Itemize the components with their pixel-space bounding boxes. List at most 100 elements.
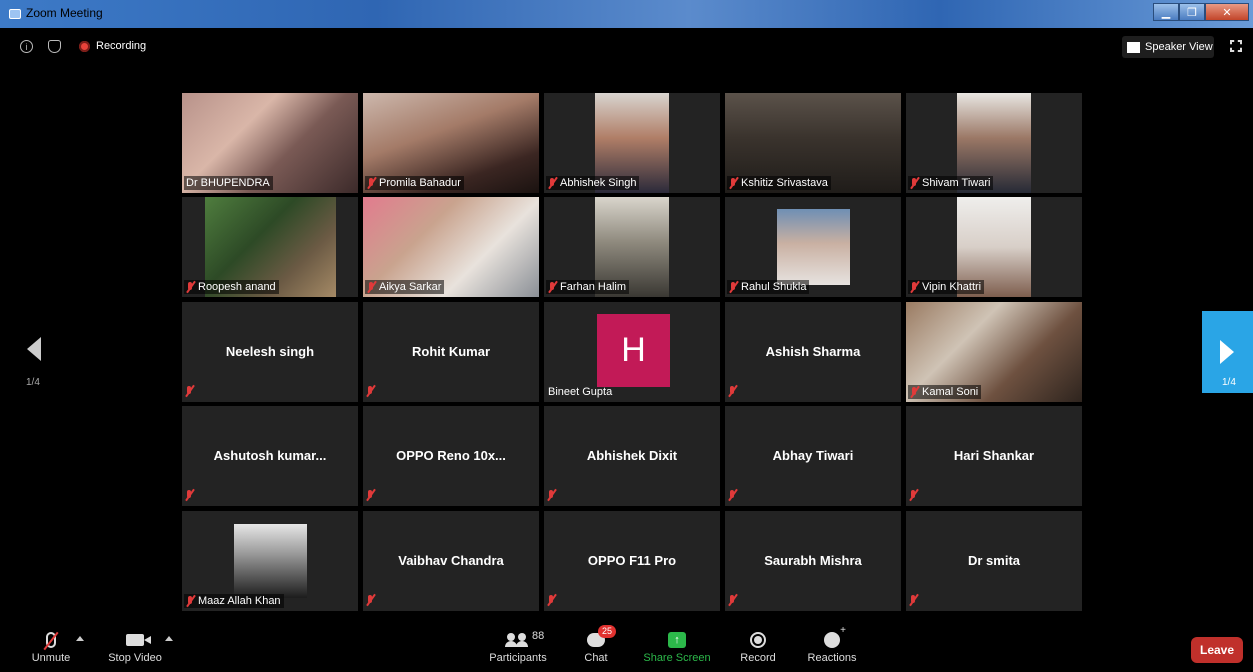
participant-name-label: Bineet Gupta (548, 386, 613, 398)
mic-muted-icon (547, 594, 556, 606)
participant-tile[interactable]: Dr smita (906, 511, 1082, 611)
mic-muted-icon (185, 489, 194, 501)
participant-name-label: Promila Bahadur (365, 176, 464, 190)
participant-tile[interactable]: Kamal Soni (906, 302, 1082, 402)
gallery-grid: Dr BHUPENDRA Promila Bahadur Abhishek Si… (182, 93, 1085, 611)
chat-unread-badge: 25 (598, 625, 617, 638)
participant-name: Abhishek Dixit (586, 448, 678, 463)
participant-tile[interactable]: Rohit Kumar (363, 302, 539, 402)
participant-tile[interactable]: Abhay Tiwari (725, 406, 901, 506)
mic-muted-icon (910, 281, 919, 293)
audio-options-caret-icon[interactable] (76, 636, 84, 641)
mic-muted-icon (728, 489, 737, 501)
record-button[interactable]: Record (738, 628, 778, 664)
window-controls: ▁ ❐ ✕ (1153, 3, 1249, 23)
participant-tile[interactable]: Aikya Sarkar (363, 197, 539, 297)
participant-tile[interactable]: OPPO Reno 10x... (363, 406, 539, 506)
participant-tile[interactable]: Abhishek Singh (544, 93, 720, 193)
participant-name: Vaibhav Chandra (398, 553, 504, 568)
zoom-app-icon (9, 9, 21, 19)
microphone-muted-icon (46, 632, 56, 648)
participant-avatar: H (597, 314, 670, 387)
fullscreen-icon[interactable] (1230, 40, 1242, 52)
stop-video-button[interactable]: Stop Video (104, 628, 166, 664)
participant-tile[interactable]: Neelesh singh (182, 302, 358, 402)
participant-name-label: Shivam Tiwari (908, 176, 994, 190)
participant-tile[interactable]: Shivam Tiwari (906, 93, 1082, 193)
participant-name-label: Maaz Allah Khan (184, 594, 284, 608)
close-button[interactable]: ✕ (1205, 3, 1249, 21)
participant-name: Ashish Sharma (765, 344, 861, 359)
share-screen-label: Share Screen (643, 652, 711, 664)
page-indicator-right: 1/4 (1222, 377, 1236, 388)
record-label: Record (740, 652, 776, 664)
reactions-button[interactable]: Reactions (806, 625, 858, 664)
record-icon (750, 632, 766, 648)
participant-name: OPPO F11 Pro (587, 553, 677, 568)
participant-name: Dr smita (967, 553, 1021, 568)
participant-tile[interactable]: Saurabh Mishra (725, 511, 901, 611)
mic-muted-icon (728, 594, 737, 606)
participant-tile[interactable]: Dr BHUPENDRA (182, 93, 358, 193)
meeting-top-bar: i Recording Speaker View (0, 28, 1253, 64)
minimize-button[interactable]: ▁ (1153, 3, 1179, 21)
unmute-button[interactable]: Unmute (28, 628, 74, 664)
participant-tile[interactable]: Maaz Allah Khan (182, 511, 358, 611)
share-screen-button[interactable]: ↑ Share Screen (642, 628, 712, 664)
next-page-button[interactable]: 1/4 (1202, 311, 1253, 393)
mic-muted-icon (909, 489, 918, 501)
shield-icon[interactable] (48, 40, 61, 53)
participant-name-label: Kshitiz Srivastava (727, 176, 831, 190)
participant-tile[interactable]: Kshitiz Srivastava (725, 93, 901, 193)
mic-muted-icon (909, 594, 918, 606)
participant-tile[interactable]: Ashutosh kumar... (182, 406, 358, 506)
mic-muted-icon (186, 281, 195, 293)
mic-muted-icon (367, 281, 376, 293)
participant-tile[interactable]: Ashish Sharma (725, 302, 901, 402)
window-title: Zoom Meeting (26, 6, 103, 20)
reactions-label: Reactions (807, 652, 857, 664)
participant-tile[interactable]: Rahul Shukla (725, 197, 901, 297)
participant-tile[interactable]: Farhan Halim (544, 197, 720, 297)
speaker-view-button[interactable]: Speaker View (1122, 36, 1214, 58)
mic-muted-icon (729, 281, 738, 293)
participant-tile[interactable]: H Bineet Gupta (544, 302, 720, 402)
participant-tile[interactable]: Abhishek Dixit (544, 406, 720, 506)
participant-name: Neelesh singh (225, 344, 315, 359)
participant-tile[interactable]: Vipin Khattri (906, 197, 1082, 297)
leave-button[interactable]: Leave (1191, 637, 1243, 663)
reactions-icon (824, 625, 846, 648)
participant-name-label: Roopesh anand (184, 280, 279, 294)
participant-name-label: Rahul Shukla (727, 280, 810, 294)
participant-name: Ashutosh kumar... (213, 448, 327, 463)
participant-name-label: Farhan Halim (546, 280, 630, 294)
previous-page-button[interactable]: 1/4 (20, 311, 48, 393)
mic-muted-icon (728, 385, 737, 397)
participant-name: Hari Shankar (953, 448, 1035, 463)
page-indicator-left: 1/4 (26, 377, 40, 388)
participant-name: OPPO Reno 10x... (396, 448, 506, 463)
meeting-controls-bar: Unmute Stop Video Participants 88 Chat 2… (0, 624, 1253, 672)
recording-label: Recording (96, 40, 147, 52)
restore-button[interactable]: ❐ (1179, 3, 1205, 21)
participant-name: Abhay Tiwari (772, 448, 854, 463)
participant-tile[interactable]: Roopesh anand (182, 197, 358, 297)
video-options-caret-icon[interactable] (165, 636, 173, 641)
mic-muted-icon (548, 281, 557, 293)
participant-tile[interactable]: Hari Shankar (906, 406, 1082, 506)
mic-muted-icon (729, 177, 738, 189)
arrow-left-icon (27, 337, 41, 361)
mic-muted-icon (910, 177, 919, 189)
participants-count: 88 (532, 630, 545, 642)
chat-label: Chat (584, 652, 608, 664)
participant-name-label: Aikya Sarkar (365, 280, 445, 294)
participant-tile[interactable]: Vaibhav Chandra (363, 511, 539, 611)
share-screen-icon: ↑ (668, 632, 686, 648)
participant-video (234, 524, 307, 598)
mic-muted-icon (367, 177, 376, 189)
participant-tile[interactable]: Promila Bahadur (363, 93, 539, 193)
participant-name-label: Dr BHUPENDRA (184, 176, 273, 190)
info-icon[interactable]: i (20, 40, 33, 53)
participant-tile[interactable]: OPPO F11 Pro (544, 511, 720, 611)
participant-name-label: Kamal Soni (908, 385, 982, 399)
